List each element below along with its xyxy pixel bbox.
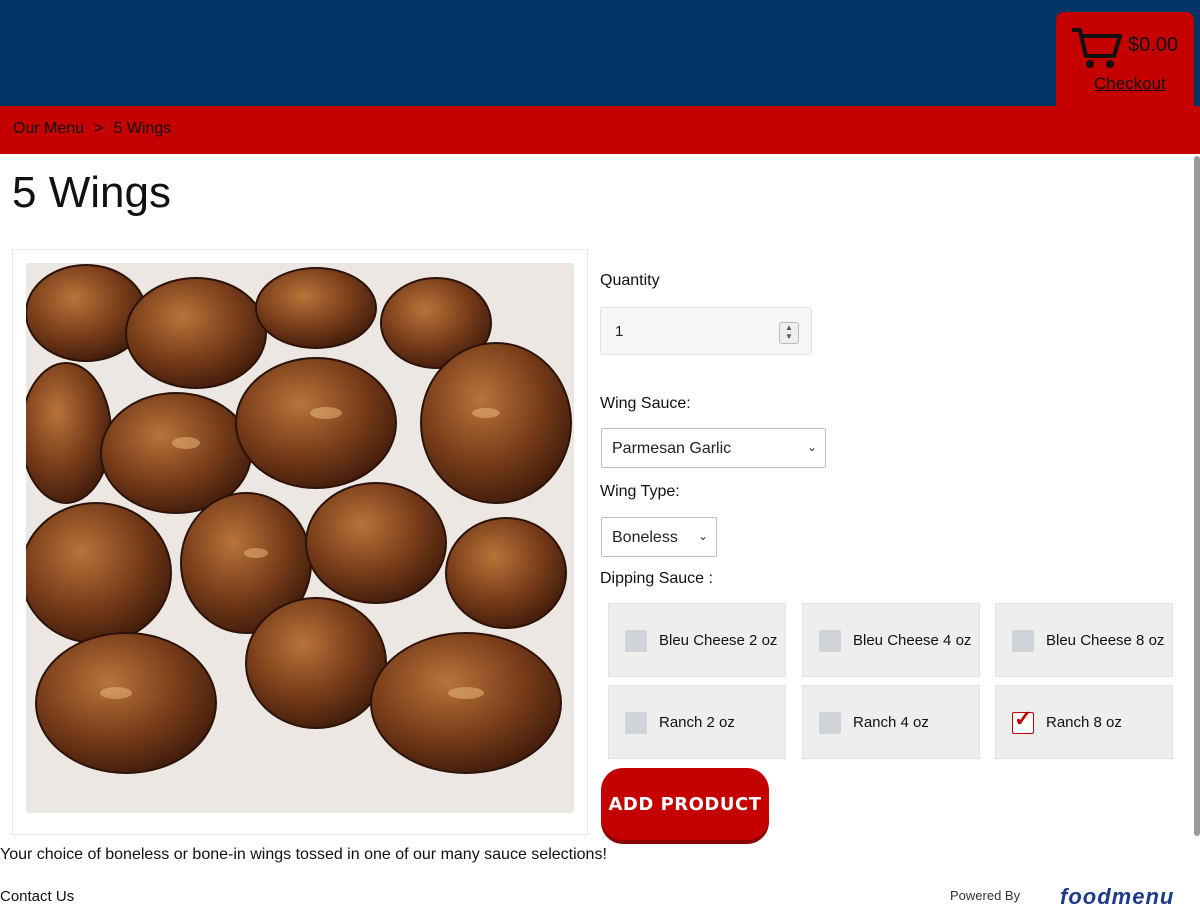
checkbox-checked[interactable]: ✓	[1012, 706, 1034, 734]
checkbox[interactable]	[819, 712, 841, 734]
product-image	[26, 263, 574, 813]
add-product-button[interactable]: ADD PRODUCT	[601, 768, 769, 840]
wing-type-value: Boneless	[612, 529, 678, 546]
shopping-cart-icon	[1072, 28, 1122, 68]
chevron-down-icon: ⌄	[806, 440, 817, 454]
quantity-label: Quantity	[600, 272, 660, 289]
brand-logo[interactable]: foodmenu	[1060, 884, 1174, 910]
wing-sauce-value: Parmesan Garlic	[612, 440, 732, 457]
wing-type-label: Wing Type:	[600, 483, 680, 500]
checkbox[interactable]	[819, 630, 841, 652]
chevron-down-icon: ⌄	[697, 529, 708, 543]
quantity-value: 1	[615, 323, 624, 340]
checkout-link[interactable]: Checkout	[1094, 74, 1166, 94]
contact-us-link[interactable]: Contact Us	[0, 888, 74, 905]
product-image-frame	[12, 249, 588, 835]
dip-option-label: Bleu Cheese 8 oz	[1046, 632, 1165, 649]
dip-option-bleu-cheese-4oz[interactable]: Bleu Cheese 4 oz	[802, 603, 980, 677]
cart-widget[interactable]: $0.00 Checkout	[1056, 12, 1194, 112]
checkmark-icon: ✓	[1014, 706, 1033, 731]
top-header	[0, 0, 1200, 106]
checkbox[interactable]	[625, 630, 647, 652]
dip-option-label: Bleu Cheese 4 oz	[853, 632, 972, 649]
cart-total: $0.00	[1128, 34, 1179, 56]
dip-option-ranch-4oz[interactable]: Ranch 4 oz	[802, 685, 980, 759]
dip-option-label: Ranch 2 oz	[659, 714, 735, 731]
page-title: 5 Wings	[12, 168, 171, 217]
powered-by-label: Powered By	[950, 888, 1021, 903]
wing-sauce-select[interactable]: Parmesan Garlic ⌄	[601, 428, 826, 468]
wing-sauce-label: Wing Sauce:	[600, 395, 691, 412]
dip-option-label: Ranch 4 oz	[853, 714, 929, 731]
checkbox[interactable]	[625, 712, 647, 734]
dip-option-bleu-cheese-8oz[interactable]: Bleu Cheese 8 oz	[995, 603, 1173, 677]
product-description: Your choice of boneless or bone-in wings…	[0, 846, 607, 863]
quantity-input[interactable]: 1 ▲ ▼	[600, 307, 812, 355]
wings-illustration	[26, 263, 574, 813]
dip-option-ranch-8oz[interactable]: ✓ Ranch 8 oz	[995, 685, 1173, 759]
dip-option-ranch-2oz[interactable]: Ranch 2 oz	[608, 685, 786, 759]
breadcrumb: Our Menu >5 Wings	[13, 120, 171, 138]
page-scrollbar[interactable]	[1194, 156, 1200, 836]
dip-option-bleu-cheese-2oz[interactable]: Bleu Cheese 2 oz	[608, 603, 786, 677]
breadcrumb-our-menu[interactable]: Our Menu	[13, 120, 84, 137]
quantity-stepper-icon[interactable]: ▲ ▼	[779, 322, 799, 344]
wing-type-select[interactable]: Boneless ⌄	[601, 517, 717, 557]
dip-option-label: Ranch 8 oz	[1046, 714, 1122, 731]
breadcrumb-current: 5 Wings	[113, 120, 172, 137]
checkbox[interactable]	[1012, 630, 1034, 652]
breadcrumb-bar: Our Menu >5 Wings	[0, 106, 1200, 154]
breadcrumb-separator: >	[94, 120, 104, 137]
dipping-sauce-label: Dipping Sauce :	[600, 570, 713, 587]
dip-option-label: Bleu Cheese 2 oz	[659, 632, 778, 649]
